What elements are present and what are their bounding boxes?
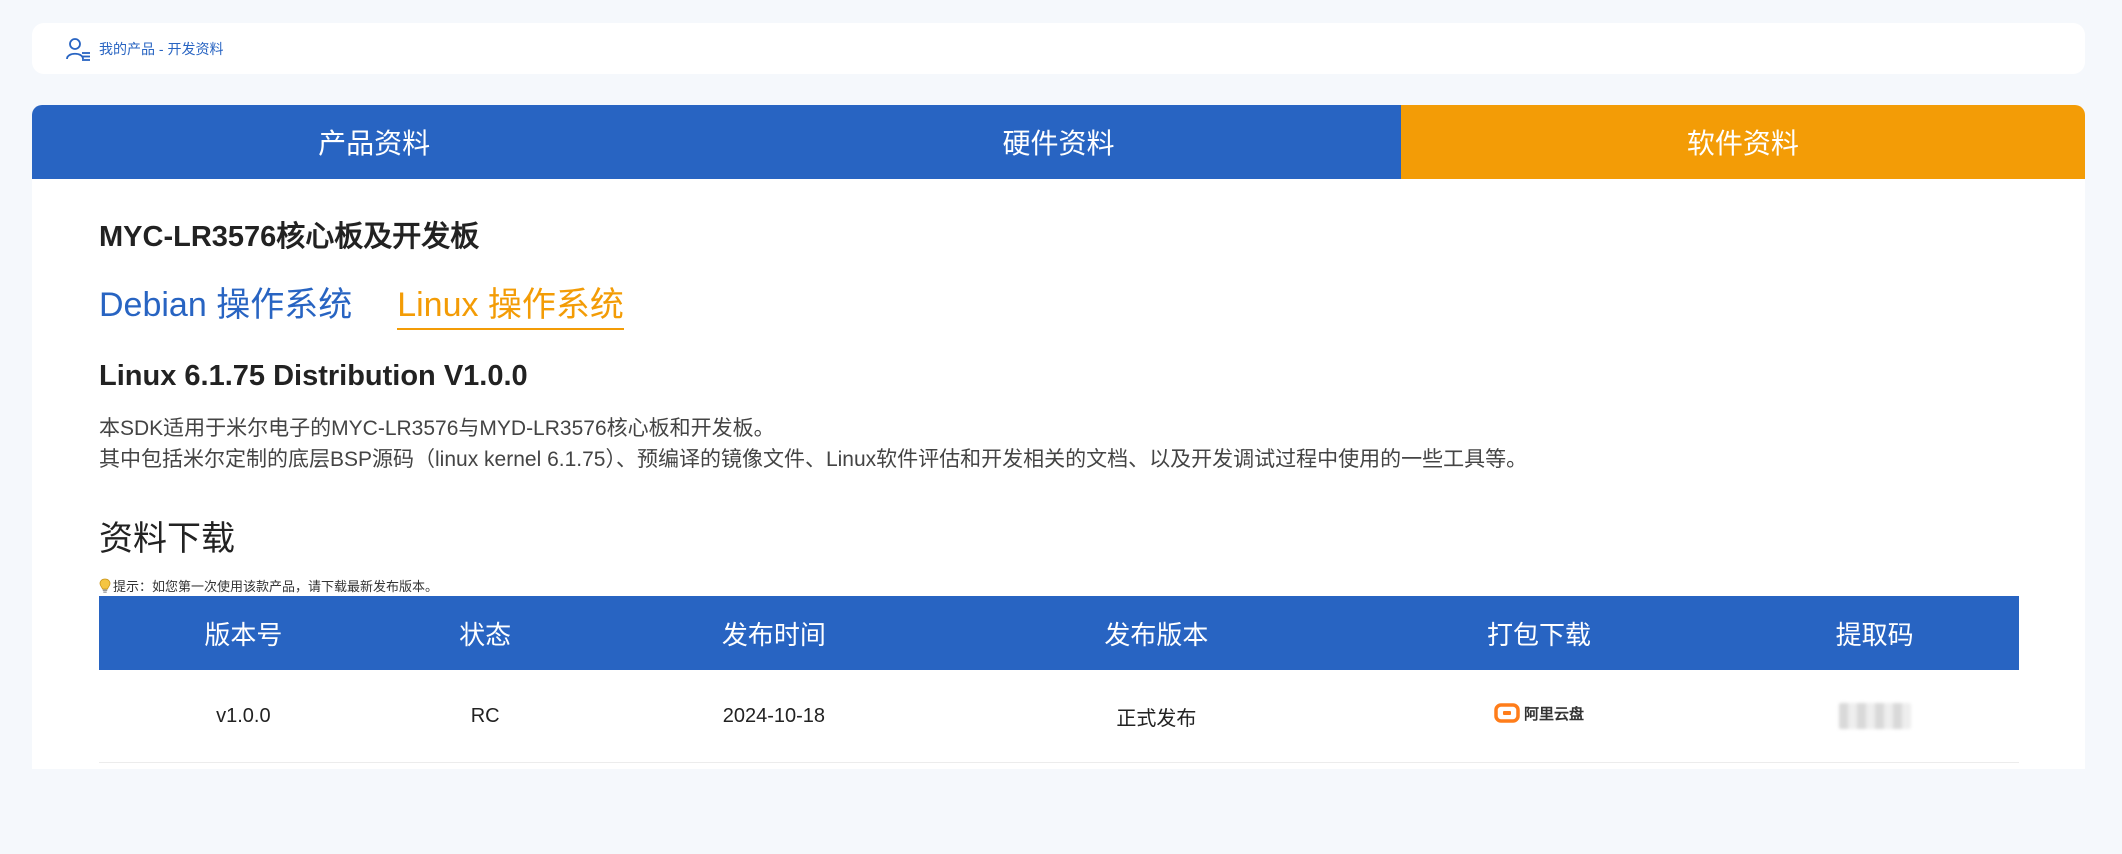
aliyun-label: 阿里云盘	[1523, 705, 1584, 723]
cell-extract-code	[1730, 670, 2019, 763]
table-row: v1.0.0 RC 2024-10-18 正式发布 阿里云盘	[99, 670, 2019, 763]
os-tabs: Debian 操作系统 Linux 操作系统	[99, 277, 2018, 330]
download-tip-text: 提示：如您第一次使用该款产品，请下载最新发布版本。	[113, 579, 439, 594]
cell-version: v1.0.0	[99, 670, 388, 763]
distribution-title: Linux 6.1.75 Distribution V1.0.0	[99, 360, 528, 392]
download-section-title: 资料下载	[99, 520, 235, 558]
aliyun-download-link[interactable]: 阿里云盘	[1494, 703, 1584, 724]
extract-code-blurred	[1838, 703, 1911, 729]
tab-hardware-docs[interactable]: 硬件资料	[716, 105, 1401, 179]
aliyun-drive-icon	[1494, 703, 1520, 723]
table-header-row: 版本号 状态 发布时间 发布版本 打包下载 提取码	[99, 596, 2019, 670]
main-tabs: 产品资料 硬件资料 软件资料	[32, 105, 2085, 179]
software-content: MYC-LR3576核心板及开发板 Debian 操作系统 Linux 操作系统…	[99, 179, 2019, 763]
col-status: 状态	[387, 596, 583, 670]
user-list-icon	[66, 37, 90, 61]
product-title: MYC-LR3576核心板及开发板	[99, 221, 480, 253]
tab-software-docs[interactable]: 软件资料	[1400, 105, 2085, 179]
cell-date: 2024-10-18	[582, 670, 966, 763]
os-tab-linux[interactable]: Linux 操作系统	[397, 277, 624, 330]
docs-panel: 产品资料 硬件资料 软件资料 MYC-LR3576核心板及开发板 Debian …	[32, 105, 2085, 769]
lightbulb-icon	[99, 578, 111, 593]
col-extract-code: 提取码	[1730, 596, 2019, 670]
downloads-table: 版本号 状态 发布时间 发布版本 打包下载 提取码 v1.0.0 RC 2024…	[99, 596, 2019, 763]
cell-status: RC	[387, 670, 583, 763]
breadcrumb-link[interactable]: 我的产品 - 开发资料	[99, 39, 223, 59]
col-download: 打包下载	[1347, 596, 1731, 670]
description: 本SDK适用于米尔电子的MYC-LR3576与MYD-LR3576核心板和开发板…	[99, 413, 2018, 475]
os-tab-debian[interactable]: Debian 操作系统	[99, 277, 352, 330]
cell-download: 阿里云盘	[1347, 670, 1731, 763]
download-tip: 提示：如您第一次使用该款产品，请下载最新发布版本。	[99, 576, 2018, 595]
col-version: 版本号	[99, 596, 388, 670]
breadcrumb: 我的产品 - 开发资料	[32, 23, 2085, 74]
cell-release: 正式发布	[965, 670, 1348, 763]
tab-product-docs[interactable]: 产品资料	[32, 105, 717, 179]
col-release-date: 发布时间	[582, 596, 966, 670]
col-release-type: 发布版本	[965, 596, 1348, 670]
description-line: 本SDK适用于米尔电子的MYC-LR3576与MYD-LR3576核心板和开发板…	[99, 417, 775, 440]
description-line: 其中包括米尔定制的底层BSP源码（linux kernel 6.1.75）、预编…	[99, 448, 1528, 471]
